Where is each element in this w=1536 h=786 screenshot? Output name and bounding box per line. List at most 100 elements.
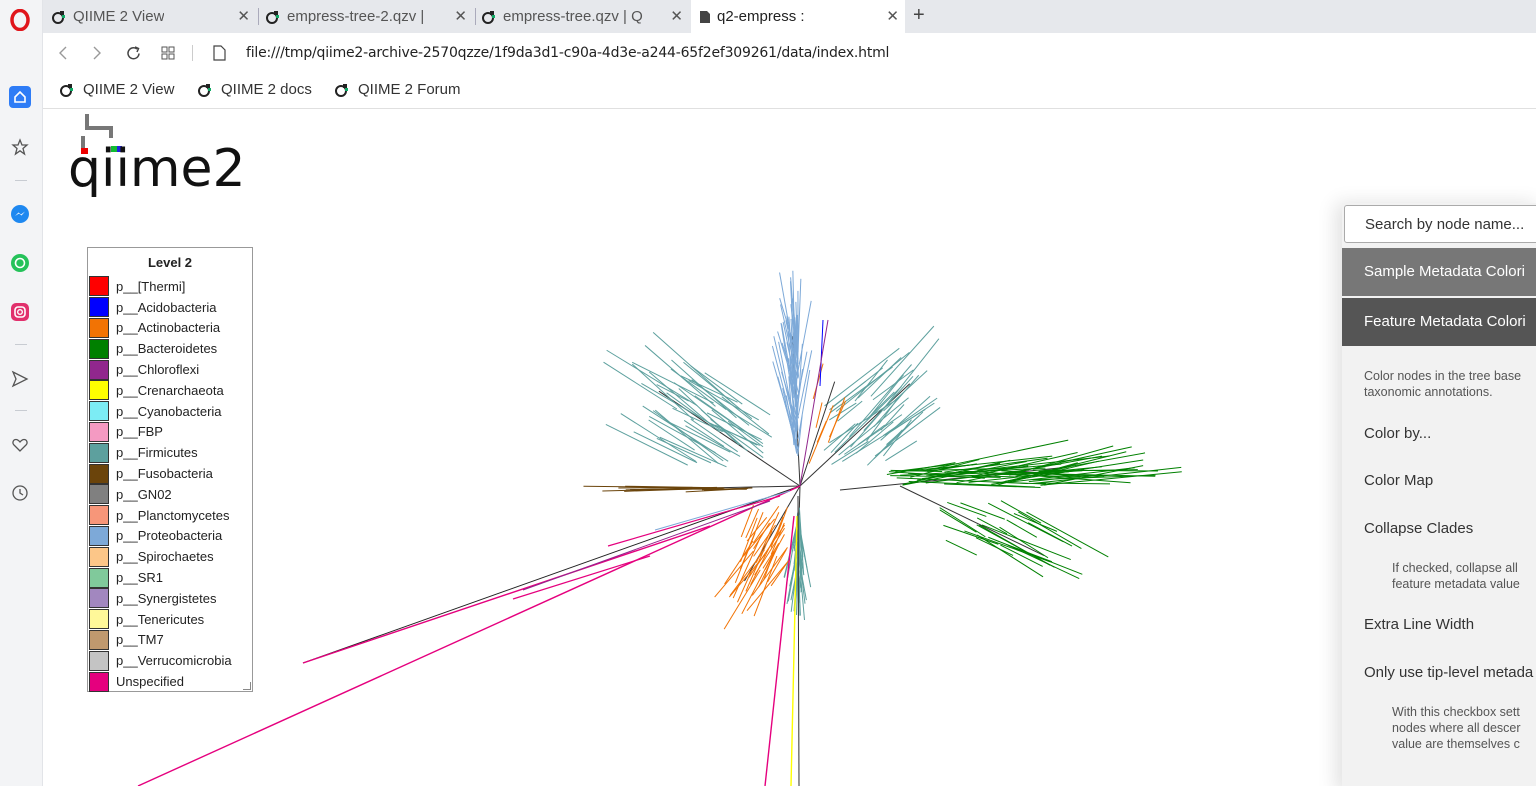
legend-item: p__Fusobacteria <box>88 463 252 484</box>
legend-label: p__FBP <box>116 424 163 440</box>
legend-label: p__Tenericutes <box>116 611 205 627</box>
file-icon <box>700 10 710 23</box>
color-by-label: Color by... <box>1364 425 1432 442</box>
qiime2-favicon-icon <box>60 83 73 97</box>
tab-q2-empress[interactable]: q2-empress : ✕ <box>691 0 905 33</box>
tree-branch <box>960 502 1005 520</box>
messenger-icon[interactable] <box>9 203 31 225</box>
bookmarks-bar: QIIME 2 View QIIME 2 docs QIIME 2 Forum <box>43 73 1536 109</box>
legend-item: p__Cyanobacteria <box>88 401 252 422</box>
side-panel: Search by node name... Sample Metadata C… <box>1342 203 1536 786</box>
legend-item: p__Planctomycetes <box>88 505 252 526</box>
legend-swatch <box>89 484 109 505</box>
close-icon[interactable]: ✕ <box>886 7 899 25</box>
legend-label: p__TM7 <box>116 632 164 648</box>
tree-branch <box>883 338 940 409</box>
page-info-icon[interactable] <box>213 45 226 61</box>
legend-label: p__SR1 <box>116 570 163 586</box>
tree-branch <box>831 440 869 465</box>
opera-logo-icon[interactable] <box>9 9 31 31</box>
new-tab-button[interactable]: + <box>913 4 925 27</box>
url-input[interactable]: file:///tmp/qiime2-archive-2570qzze/1f9d… <box>246 45 889 61</box>
legend-item: p__Crenarchaeota <box>88 380 252 401</box>
legend-item: p__FBP <box>88 421 252 443</box>
legend-label: p__GN02 <box>116 486 172 502</box>
legend-item: p__Bacteroidetes <box>88 338 252 359</box>
feature-coloring-description: Color nodes in the tree base <box>1364 369 1522 383</box>
empress-page: qiime2 Level 2 p__[Thermi] p__Acidobacter… <box>43 110 1536 786</box>
legend-swatch <box>89 671 109 692</box>
history-icon[interactable] <box>9 482 31 504</box>
tree-branch <box>835 351 910 412</box>
legend-swatch <box>89 338 109 359</box>
qiime2-logo: qiime2 <box>68 114 246 199</box>
legend-item: p__Chloroflexi <box>88 359 252 380</box>
legend-swatch <box>89 317 109 338</box>
legend-item: p__Spirochaetes <box>88 546 252 567</box>
legend-box: Level 2 p__[Thermi] p__Acidobacteria p__Ac… <box>87 247 253 692</box>
instagram-icon[interactable] <box>9 301 31 323</box>
home-icon[interactable] <box>9 86 31 108</box>
bookmark-qiime2-forum[interactable]: QIIME 2 Forum <box>334 81 461 98</box>
tip-level-note: nodes where all descer <box>1392 721 1521 735</box>
legend-swatch <box>89 525 109 546</box>
speed-dial-icon[interactable] <box>161 46 175 60</box>
tree-branch <box>854 359 888 402</box>
legend-swatch <box>89 588 109 609</box>
legend-swatch <box>89 359 109 380</box>
bookmark-qiime2-view[interactable]: QIIME 2 View <box>59 81 174 98</box>
tab-empress-tree-2[interactable]: empress-tree-2.qzv | ✕ <box>265 0 473 33</box>
legend-label: p__Acidobacteria <box>116 299 217 315</box>
tab-empress-tree[interactable]: empress-tree.qzv | Q ✕ <box>481 0 689 33</box>
opera-sidebar <box>0 0 43 786</box>
color-map-label: Color Map <box>1364 472 1434 489</box>
tree-branch <box>1026 511 1109 558</box>
legend-title: Level 2 <box>147 255 193 270</box>
legend-swatch <box>89 650 109 671</box>
bookmark-qiime2-docs[interactable]: QIIME 2 docs <box>197 81 312 98</box>
legend-item: p__Tenericutes <box>88 609 252 630</box>
legend-label: p__Firmicutes <box>116 445 198 461</box>
legend-item: p__Synergistetes <box>88 588 252 609</box>
tab-qiime2-view[interactable]: QIIME 2 View ✕ <box>51 0 256 33</box>
feature-metadata-coloring-button[interactable]: Feature Metadata Colori <box>1342 298 1536 346</box>
star-icon[interactable] <box>9 136 31 158</box>
close-icon[interactable]: ✕ <box>237 7 250 25</box>
legend-swatch <box>89 442 109 463</box>
back-icon[interactable] <box>57 45 69 61</box>
tip-level-note: With this checkbox sett <box>1392 705 1520 719</box>
tip-level-metadata-label: Only use tip-level metada <box>1364 664 1534 681</box>
forward-icon[interactable] <box>91 45 103 61</box>
legend-item: p__Acidobacteria <box>88 297 252 318</box>
search-input[interactable]: Search by node name... <box>1344 205 1536 243</box>
qiime2-favicon-icon <box>198 83 211 97</box>
whatsapp-icon[interactable] <box>9 252 31 274</box>
qiime2-favicon-icon <box>482 10 495 24</box>
close-icon[interactable]: ✕ <box>670 7 683 25</box>
legend-item: p__GN02 <box>88 484 252 505</box>
legend-item: p__[Thermi] <box>88 276 252 297</box>
send-icon[interactable] <box>9 368 31 390</box>
reload-icon[interactable] <box>125 45 142 62</box>
close-icon[interactable]: ✕ <box>454 7 467 25</box>
legend-label: p__Actinobacteria <box>116 320 221 336</box>
legend-item: Unspecified <box>88 671 252 692</box>
legend-item: p__TM7 <box>88 629 252 651</box>
heart-icon[interactable] <box>9 434 31 456</box>
legend-label: Unspecified <box>116 674 184 690</box>
legend-item: p__Proteobacteria <box>88 525 252 547</box>
phylogenetic-tree-canvas[interactable] <box>43 110 1536 786</box>
address-bar: file:///tmp/qiime2-archive-2570qzze/1f9d… <box>43 33 1536 73</box>
qiime2-favicon-icon <box>335 83 348 97</box>
resize-handle-icon[interactable] <box>243 682 251 690</box>
tree-branch <box>302 525 711 664</box>
tree-branch <box>939 509 977 533</box>
sample-metadata-coloring-button[interactable]: Sample Metadata Colori <box>1342 248 1536 296</box>
tree-branch <box>745 508 760 539</box>
legend-label: p__[Thermi] <box>116 278 186 294</box>
svg-text:qiime2: qiime2 <box>68 139 246 199</box>
legend-swatch <box>89 505 109 526</box>
tree-branch <box>764 515 795 786</box>
tree-branch <box>512 555 651 600</box>
tree-branch <box>302 485 801 664</box>
